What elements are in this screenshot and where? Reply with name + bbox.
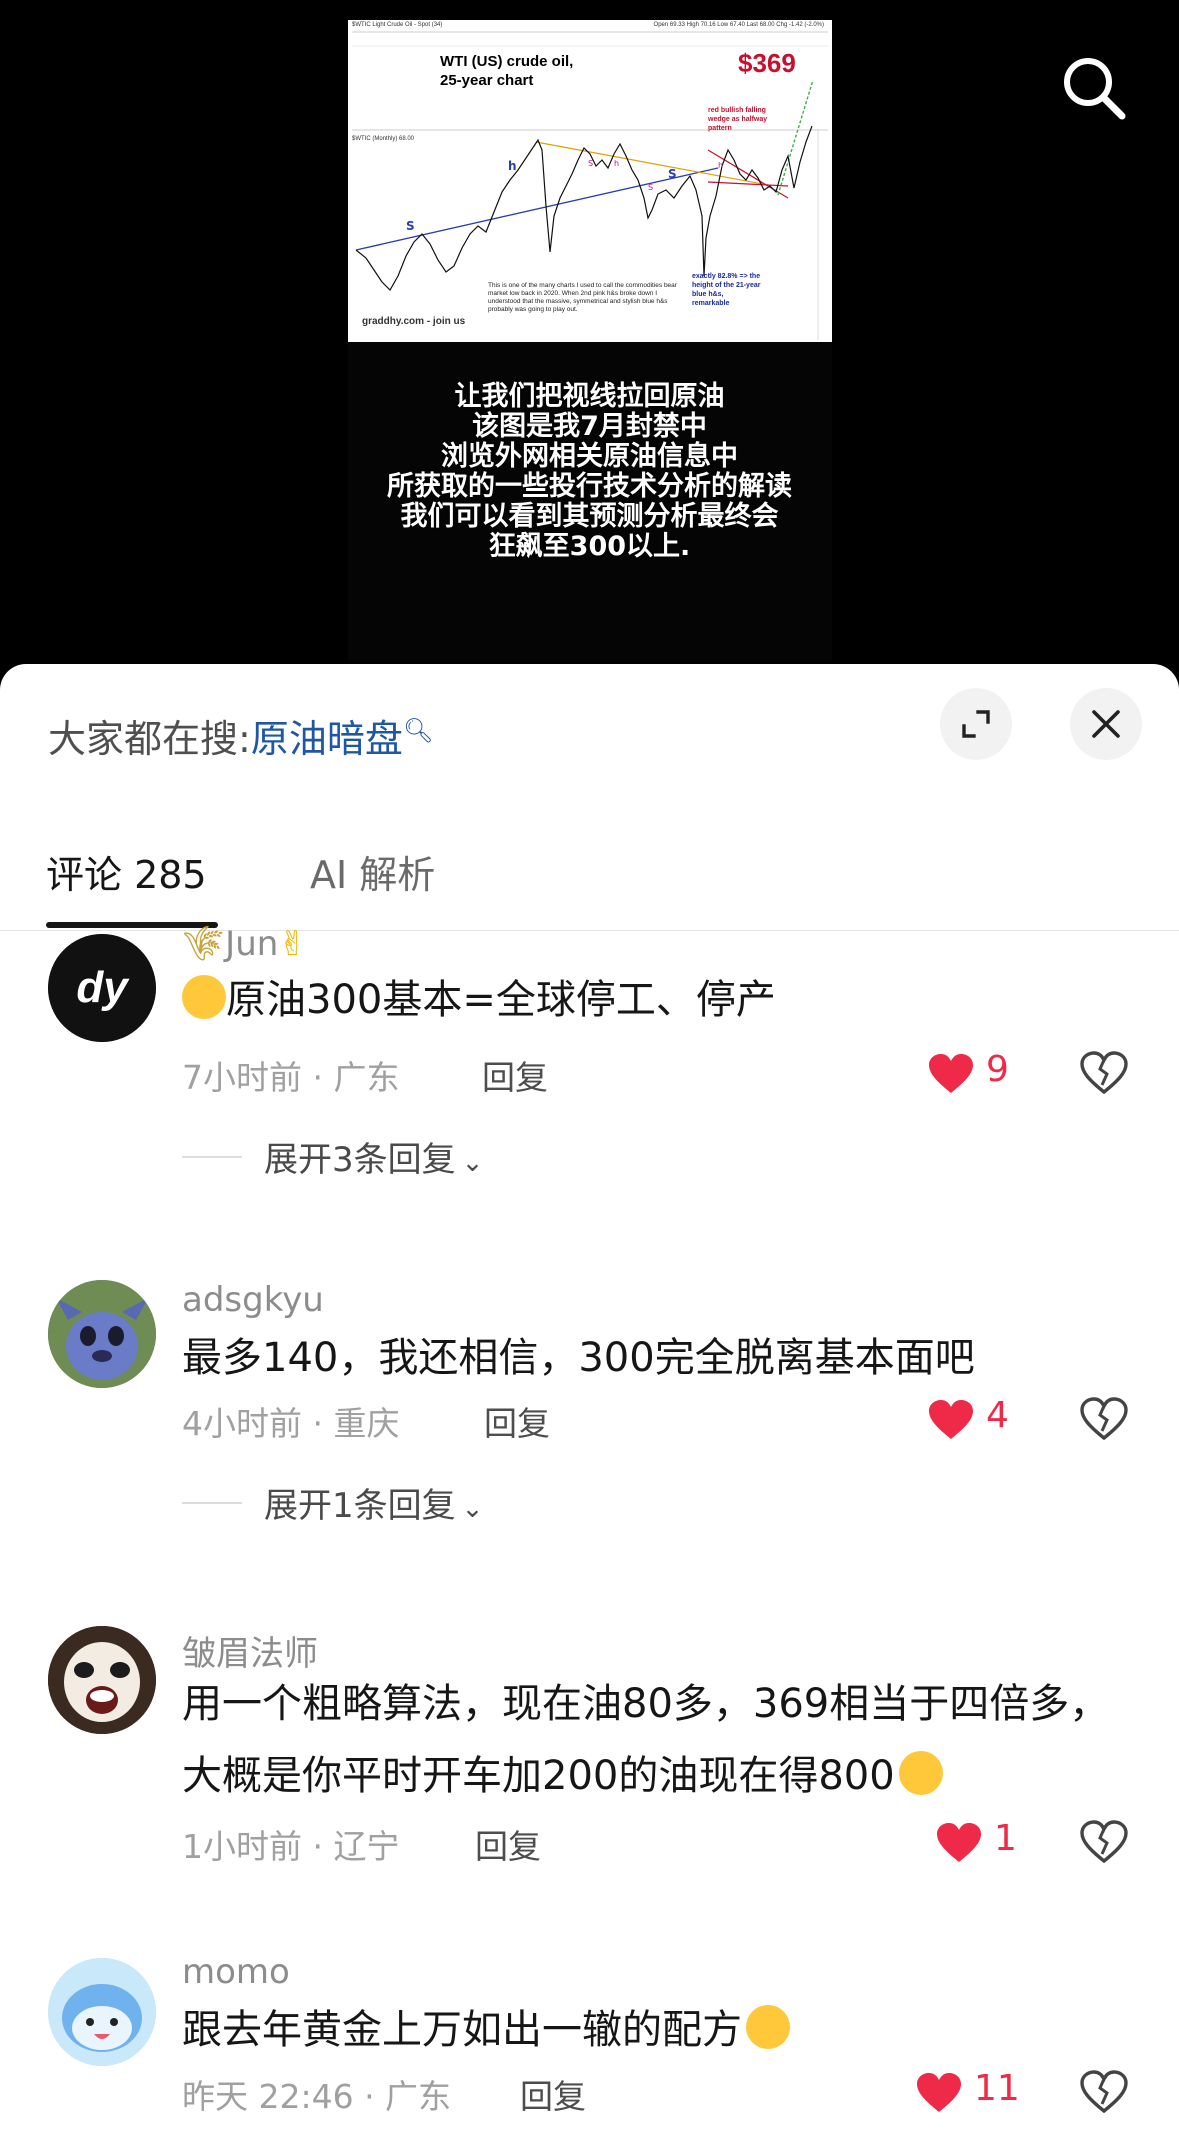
svg-text:S: S [406,219,415,233]
heart-icon [917,2073,961,2112]
expand-replies-label: 展开3条回复 [264,1140,456,1180]
wheat-emoji-icon: 🌾︎ [182,924,226,964]
broken-heart-icon [1080,1051,1128,1095]
avatar[interactable] [48,1280,156,1388]
dislike-button[interactable] [1080,2070,1130,2120]
comment-tabs: 评论 285 AI 解析 [0,834,1179,931]
pleading-face-emoji-icon [182,975,226,1019]
tab-comments[interactable]: 评论 285 [46,844,207,899]
close-button[interactable] [1070,688,1142,760]
like-count: 11 [974,2068,1020,2109]
dislike-button[interactable] [1080,1051,1130,1101]
tab-ai-analysis[interactable]: AI 解析 [310,844,435,899]
expand-replies-label: 展开1条回复 [264,1486,456,1526]
dislike-button[interactable] [1080,1397,1130,1447]
comment-text: 最多140，我还相信，300完全脱离基本面吧 [182,1335,975,1381]
svg-text:h: h [614,159,619,168]
like-count: 1 [994,1818,1017,1859]
expand-button[interactable] [940,688,1012,760]
broken-heart-icon [1080,1397,1128,1441]
reply-button[interactable]: 回复 [520,2070,586,2118]
like-button[interactable]: 1 [936,1818,1036,1868]
reply-button[interactable]: 回复 [482,1051,548,1099]
comment-sheet: 大家都在搜:原油暗盘🔍︎ 评论 285 AI 解析 dy 🌾︎Jun✌︎ 原油3 [0,664,1179,2151]
expand-icon [962,710,990,738]
avatar[interactable] [48,1958,156,2066]
grinning-emoji-icon [746,2005,790,2049]
chart-header-text: $WTIC Light Crude Oil - Spot (34) [352,22,443,28]
svg-text:S: S [668,167,677,181]
like-button[interactable]: 4 [928,1395,1028,1445]
divider [182,1502,242,1504]
caption-line: 该图是我7月封禁中 [472,411,707,442]
chart-image: S h S S h S h $WTIC Light Crude Oil - Sp… [348,20,832,342]
chart-price-target: $369 [738,48,796,78]
crying-laughing-emoji-icon [898,1751,943,1795]
like-button[interactable]: 9 [928,1049,1028,1099]
video-player[interactable]: S h S S h S h $WTIC Light Crude Oil - Sp… [0,0,1179,680]
chart-annotation-blue: exactly 82.8% => the height of the 21-ye… [692,273,761,307]
like-count: 4 [986,1395,1009,1436]
chart-ohlc-text: Open 69.33 High 70.16 Low 67.40 Last 68.… [653,22,824,28]
comment-time-location: 4小时前 · 重庆 [182,1404,400,1443]
chevron-down-icon: ⌄ [461,1148,484,1178]
caption-line: 让我们把视线拉回原油 [454,381,725,412]
comment-text: 用一个粗略算法，现在油80多，369相当于四倍多，大概是你平时开车加200的油现… [182,1681,1110,1799]
comment-time-location: 1小时前 · 辽宁 [182,1827,400,1866]
video-caption: 让我们把视线拉回原油 该图是我7月封禁中 浏览外网相关原油信息中 所获取的一些投… [0,382,1179,562]
comment-time-location: 昨天 22:46 · 广东 [182,2077,452,2116]
heart-icon [937,1823,981,1862]
chart-annotation-body: This is one of the many charts I used to… [488,282,677,313]
avatar[interactable] [48,1626,156,1734]
search-small-icon: 🔍︎ [402,716,434,745]
chevron-down-icon: ⌄ [461,1494,484,1524]
reply-button[interactable]: 回复 [484,1397,550,1445]
search-icon[interactable] [1060,54,1126,120]
svg-text:dy: dy [76,963,130,1012]
svg-text:h: h [718,161,723,170]
victory-emoji-icon: ✌︎ [278,924,307,964]
heart-icon [929,1054,973,1093]
comment-username[interactable]: 🌾︎Jun✌︎ [182,924,307,964]
svg-text:S: S [588,159,593,168]
hot-search-link[interactable]: 原油暗盘 [251,717,403,761]
svg-text:h: h [508,159,517,173]
caption-line: 浏览外网相关原油信息中 [441,441,738,472]
like-count: 9 [986,1049,1009,1090]
chart-annotation-red: red bullish falling wedge as halfway pat… [708,107,768,132]
divider [182,1156,242,1158]
broken-heart-icon [1080,1820,1128,1864]
avatar[interactable]: dy [48,934,156,1042]
comment-text: 跟去年黄金上万如出一辙的配方 [182,1994,1122,2066]
caption-line: 我们可以看到其预测分析最终会 [400,501,779,532]
caption-line: 狂飙至300以上. [488,531,691,562]
comment-username[interactable]: momo [182,1952,290,1992]
hot-search-label: 大家都在搜: [48,717,251,761]
chart-title: WTI (US) crude oil, 25-year chart [440,53,574,89]
reply-button[interactable]: 回复 [475,1820,541,1868]
comment-username[interactable]: adsgkyu [182,1280,324,1320]
comment-text: 原油300基本=全球停工、停产 [182,964,1122,1036]
comment-time-location: 7小时前 · 广东 [182,1058,400,1097]
dislike-button[interactable] [1080,1820,1130,1870]
broken-heart-icon [1080,2070,1128,2114]
close-icon [1092,710,1120,738]
svg-text:S: S [648,183,653,192]
like-button[interactable]: 11 [916,2068,1020,2118]
caption-line: 所获取的一些投行技术分析的解读 [387,471,792,502]
chart-series-label: $WTIC (Monthly) 68.00 [352,136,415,142]
chart-footer: graddhy.com - join us [362,316,466,327]
heart-icon [929,1400,973,1439]
hot-search-bar[interactable]: 大家都在搜:原油暗盘🔍︎ [48,708,433,763]
